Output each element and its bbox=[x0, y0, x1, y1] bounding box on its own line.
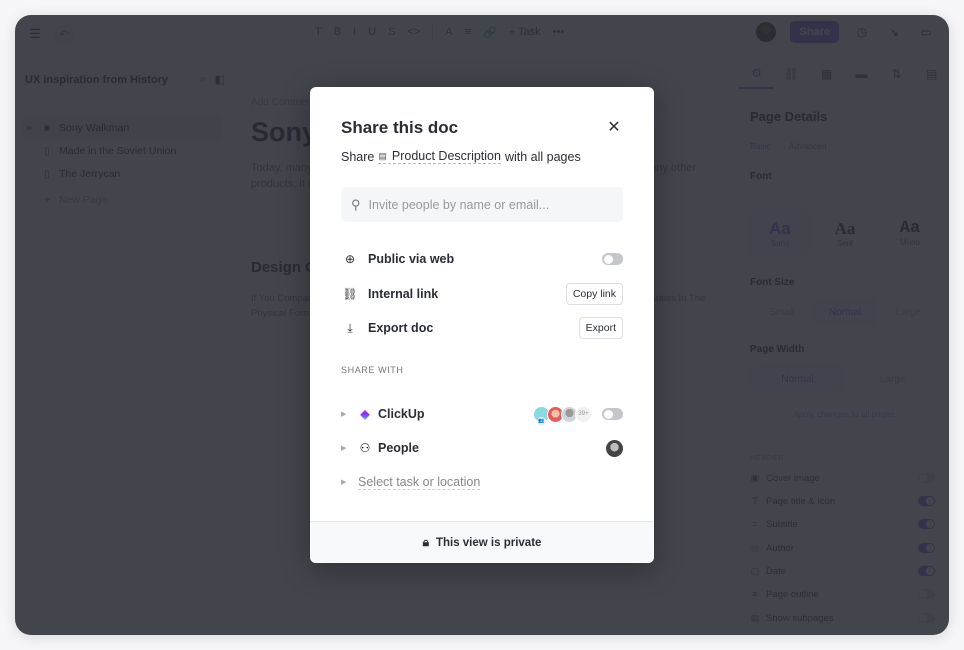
export-doc-row: ⤓ Export doc Export bbox=[341, 316, 623, 340]
link-icon: ⛓ bbox=[342, 287, 358, 301]
expand-caret-icon[interactable]: ▶ bbox=[341, 410, 351, 418]
select-task-placeholder[interactable]: Select task or location bbox=[358, 475, 481, 490]
avatar[interactable] bbox=[606, 439, 623, 457]
select-task-location[interactable]: ▶ Select task or location bbox=[341, 470, 623, 494]
close-icon[interactable]: ✕ bbox=[606, 119, 622, 136]
member-count-badge: 39+ bbox=[575, 405, 592, 423]
member-avatars[interactable]: 👥 39+ bbox=[533, 405, 592, 426]
doc-link[interactable]: ▤ Product Description bbox=[378, 149, 501, 164]
search-icon: ⚲ bbox=[351, 196, 361, 212]
share-with-label: SHARE WITH bbox=[341, 365, 404, 375]
people-label: People bbox=[378, 441, 419, 455]
clickup-logo-icon: ◆ bbox=[358, 407, 372, 421]
internal-link-row: ⛓ Internal link Copy link bbox=[341, 282, 623, 306]
option-label: Internal link bbox=[368, 287, 439, 301]
doc-name: Product Description bbox=[391, 149, 501, 163]
dialog-subtitle: Share ▤ Product Description with all pag… bbox=[341, 149, 581, 164]
group-icon: 👥 bbox=[537, 416, 546, 426]
lock-icon: 🔒︎ bbox=[422, 535, 429, 549]
expand-caret-icon: ▶ bbox=[341, 479, 347, 486]
invite-search: ⚲ bbox=[341, 187, 623, 222]
download-icon: ⤓ bbox=[347, 320, 353, 335]
person-icon: ⚇ bbox=[359, 441, 371, 455]
subtitle-suffix: with all pages bbox=[504, 149, 581, 164]
dialog-title: Share this doc bbox=[341, 118, 459, 137]
public-via-web-row: ⊕ Public via web bbox=[341, 247, 623, 271]
option-label: Export doc bbox=[368, 321, 434, 335]
workspace-label: ClickUp bbox=[378, 407, 425, 421]
subtitle-prefix: Share bbox=[341, 149, 375, 164]
share-with-clickup: ▶ ◆ ClickUp 👥 39+ bbox=[341, 402, 623, 426]
document-icon: ▤ bbox=[378, 150, 387, 161]
globe-icon: ⊕ bbox=[344, 252, 356, 266]
invite-input[interactable] bbox=[368, 197, 609, 212]
public-web-toggle[interactable] bbox=[602, 253, 623, 265]
export-button[interactable]: Export bbox=[578, 317, 623, 339]
privacy-label: This view is private bbox=[435, 536, 542, 549]
expand-caret-icon[interactable]: ▶ bbox=[341, 444, 351, 452]
clickup-share-toggle[interactable] bbox=[602, 408, 623, 420]
share-with-people: ▶ ⚇ People bbox=[341, 436, 623, 460]
share-dialog: Share this doc ✕ Share ▤ Product Descrip… bbox=[310, 87, 654, 563]
option-label: Public via web bbox=[368, 252, 455, 266]
copy-link-button[interactable]: Copy link bbox=[565, 283, 623, 305]
app-window: ☰ ↶ T B I U S <> A ≡ 🔗 + Task ••• Share … bbox=[15, 15, 949, 635]
privacy-footer: 🔒︎ This view is private bbox=[310, 521, 654, 563]
